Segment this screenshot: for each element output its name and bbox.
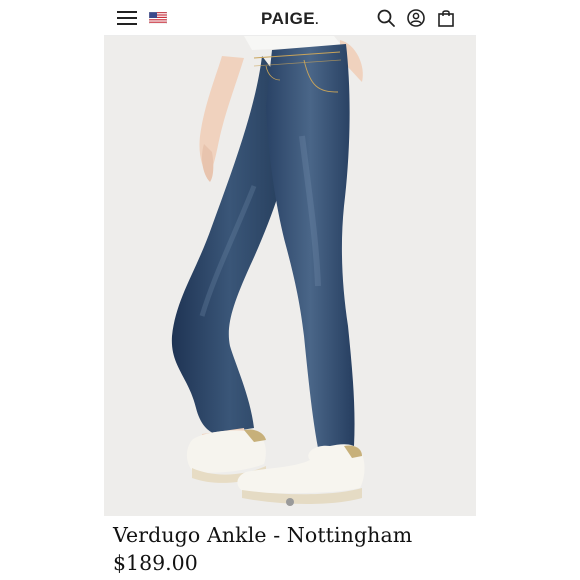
brand-logo-text[interactable]: PAIGE. <box>261 9 319 28</box>
product-info: Verdugo Ankle - Nottingham $189.00 <box>104 516 476 580</box>
product-image[interactable] <box>104 36 476 516</box>
product-name[interactable]: Verdugo Ankle - Nottingham <box>113 523 412 547</box>
site-header: PAIGE. <box>104 0 476 36</box>
product-price: $189.00 <box>113 551 198 575</box>
us-flag-icon[interactable] <box>149 12 167 24</box>
screenshot-frame: PAIGE. Verdugo Ankle - Nottingham $189.0… <box>0 0 580 580</box>
account-icon[interactable] <box>406 8 426 28</box>
hamburger-menu-icon[interactable] <box>117 11 137 25</box>
shopping-bag-icon[interactable] <box>436 8 456 28</box>
product-photo <box>104 36 476 516</box>
search-icon[interactable] <box>376 8 396 28</box>
mobile-page: PAIGE. Verdugo Ankle - Nottingham $189.0… <box>104 0 476 580</box>
